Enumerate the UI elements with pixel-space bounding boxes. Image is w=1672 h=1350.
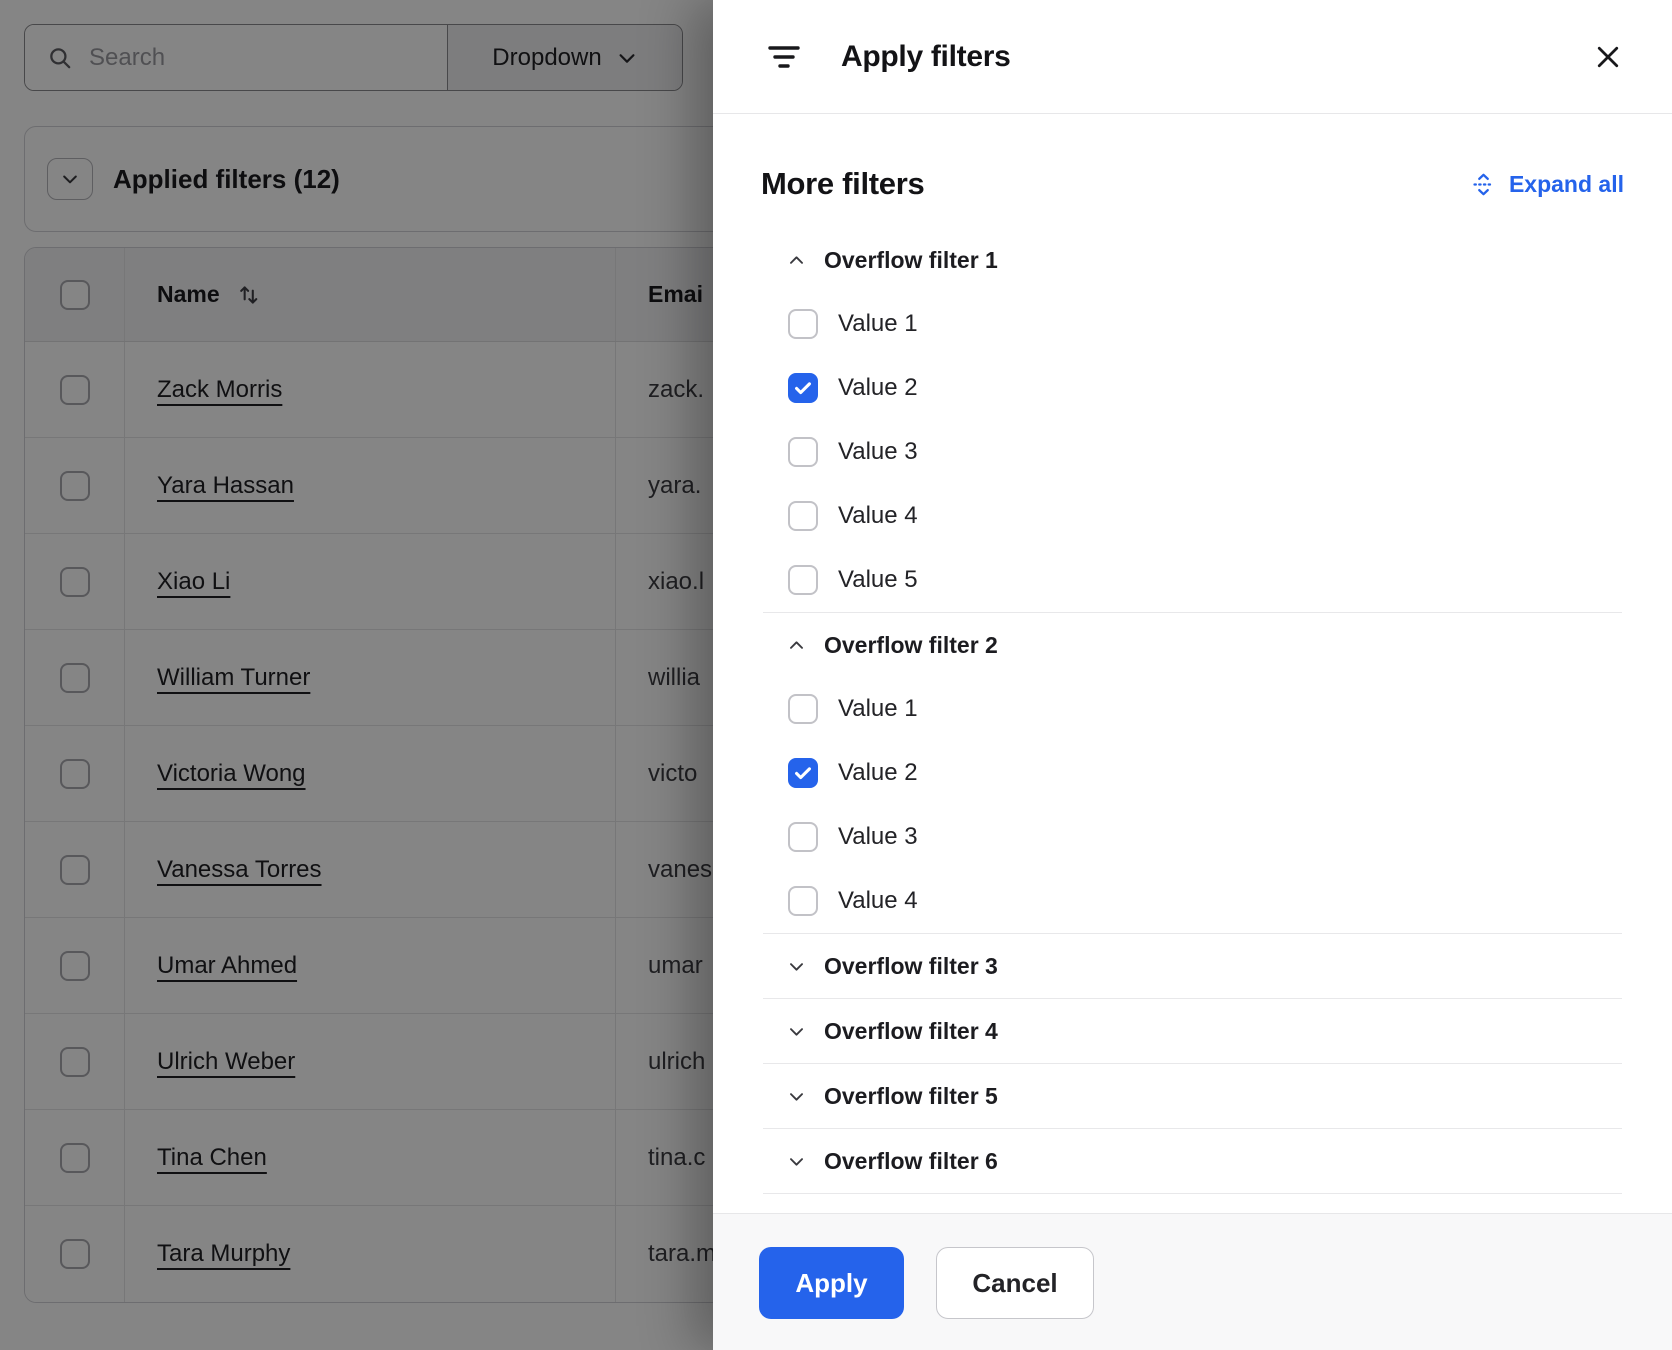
- apply-button[interactable]: Apply: [759, 1247, 904, 1319]
- chevron-down-icon: [787, 1022, 806, 1041]
- filter-option-label: Value 1: [838, 310, 918, 338]
- filter-option-label: Value 4: [838, 887, 918, 915]
- filter-section-header[interactable]: Overflow filter 3: [761, 934, 1624, 998]
- filter-option-label: Value 3: [838, 438, 918, 466]
- more-filters-heading: More filters: [761, 166, 924, 202]
- checkbox[interactable]: [788, 758, 818, 788]
- filter-option[interactable]: Value 1: [761, 677, 1624, 741]
- close-button[interactable]: [1584, 33, 1632, 81]
- filter-section-header[interactable]: Overflow filter 2: [761, 613, 1624, 677]
- divider: [763, 1193, 1622, 1194]
- filter-option-label: Value 5: [838, 566, 918, 594]
- filter-option[interactable]: Value 2: [761, 356, 1624, 420]
- chevron-up-icon: [787, 636, 806, 655]
- cancel-button[interactable]: Cancel: [936, 1247, 1094, 1319]
- panel-title: Apply filters: [841, 40, 1010, 74]
- expand-all-label: Expand all: [1509, 171, 1624, 198]
- filter-section-title: Overflow filter 4: [824, 1018, 998, 1045]
- filter-section-title: Overflow filter 6: [824, 1148, 998, 1175]
- filter-section-header[interactable]: Overflow filter 5: [761, 1064, 1624, 1128]
- checkbox[interactable]: [788, 886, 818, 916]
- panel-header: Apply filters: [713, 0, 1672, 114]
- filter-section-header[interactable]: Overflow filter 1: [761, 228, 1624, 292]
- filter-option-label: Value 2: [838, 374, 918, 402]
- checkbox[interactable]: [788, 822, 818, 852]
- checkbox[interactable]: [788, 694, 818, 724]
- panel-footer: Apply Cancel: [713, 1213, 1672, 1350]
- filter-option[interactable]: Value 4: [761, 484, 1624, 548]
- more-filters-row: More filters Expand all: [761, 166, 1624, 202]
- expand-all-icon: [1470, 171, 1497, 198]
- checkbox[interactable]: [788, 565, 818, 595]
- filter-option[interactable]: Value 5: [761, 548, 1624, 612]
- filter-option[interactable]: Value 1: [761, 292, 1624, 356]
- filter-option[interactable]: Value 4: [761, 869, 1624, 933]
- filter-option-label: Value 1: [838, 695, 918, 723]
- chevron-down-icon: [787, 1087, 806, 1106]
- filter-option-label: Value 2: [838, 759, 918, 787]
- checkbox[interactable]: [788, 373, 818, 403]
- checkbox[interactable]: [788, 501, 818, 531]
- filter-section-title: Overflow filter 5: [824, 1083, 998, 1110]
- filter-option[interactable]: Value 3: [761, 420, 1624, 484]
- filter-section-title: Overflow filter 3: [824, 953, 998, 980]
- filter-sections: Overflow filter 1 Value 1 Value 2 Value …: [761, 228, 1624, 1194]
- apply-filters-panel: Apply filters More filters: [713, 0, 1672, 1350]
- filter-section-header[interactable]: Overflow filter 6: [761, 1129, 1624, 1193]
- panel-body: More filters Expand all: [713, 114, 1672, 1213]
- screen: Search Dropdown Applied filters (1: [0, 0, 1672, 1350]
- chevron-down-icon: [787, 1152, 806, 1171]
- expand-all-link[interactable]: Expand all: [1470, 171, 1624, 198]
- filter-section-title: Overflow filter 2: [824, 632, 998, 659]
- filter-section-title: Overflow filter 1: [824, 247, 998, 274]
- filter-option[interactable]: Value 2: [761, 741, 1624, 805]
- filter-section-header[interactable]: Overflow filter 4: [761, 999, 1624, 1063]
- checkbox[interactable]: [788, 437, 818, 467]
- filter-lines-icon: [767, 44, 801, 70]
- chevron-down-icon: [787, 957, 806, 976]
- filter-option-label: Value 4: [838, 502, 918, 530]
- filter-option-label: Value 3: [838, 823, 918, 851]
- checkbox[interactable]: [788, 309, 818, 339]
- chevron-up-icon: [787, 251, 806, 270]
- filter-option[interactable]: Value 3: [761, 805, 1624, 869]
